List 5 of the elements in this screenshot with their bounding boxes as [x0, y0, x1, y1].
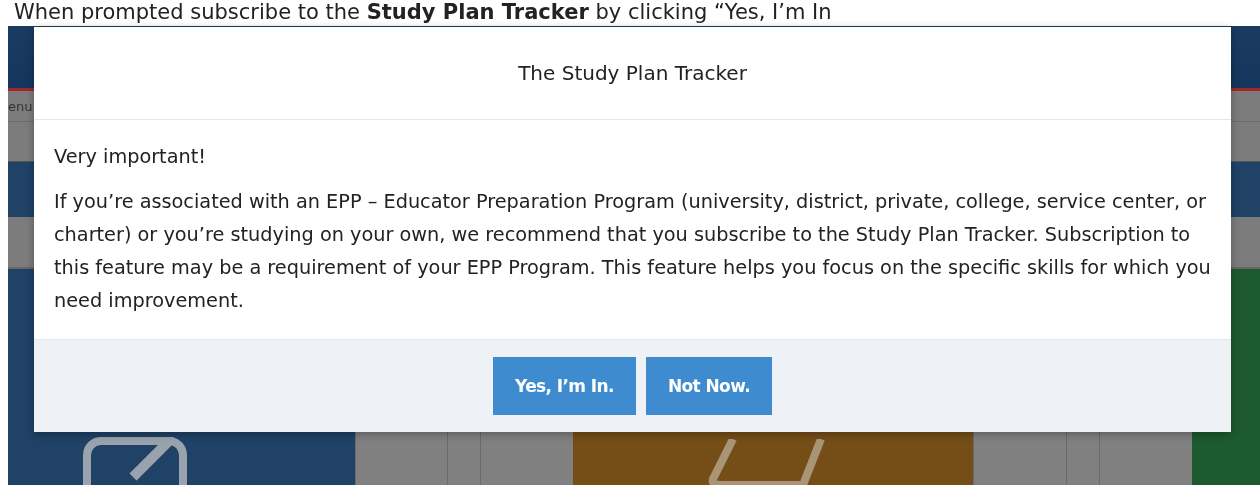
modal-heading: Very important! — [54, 144, 207, 170]
instruction-text: When prompted subscribe to the Study Plan Tracker by clicking “Yes, I’m In — [13, 0, 833, 26]
menu-label: enu — [8, 98, 33, 114]
modal-message: If you’re associated with an EPP – Educator Preparation Program (university, district, private, college, service center, or charter) or you’re studying on your own, we recommend that you subscribe to the Study Plan Tracker. Subscription to this feature may be a requirement of your EPP Program. This feature helps you focus on the specific skills for which you need improvement. — [54, 189, 1211, 314]
modal-title: The Study Plan Tracker — [518, 61, 747, 85]
